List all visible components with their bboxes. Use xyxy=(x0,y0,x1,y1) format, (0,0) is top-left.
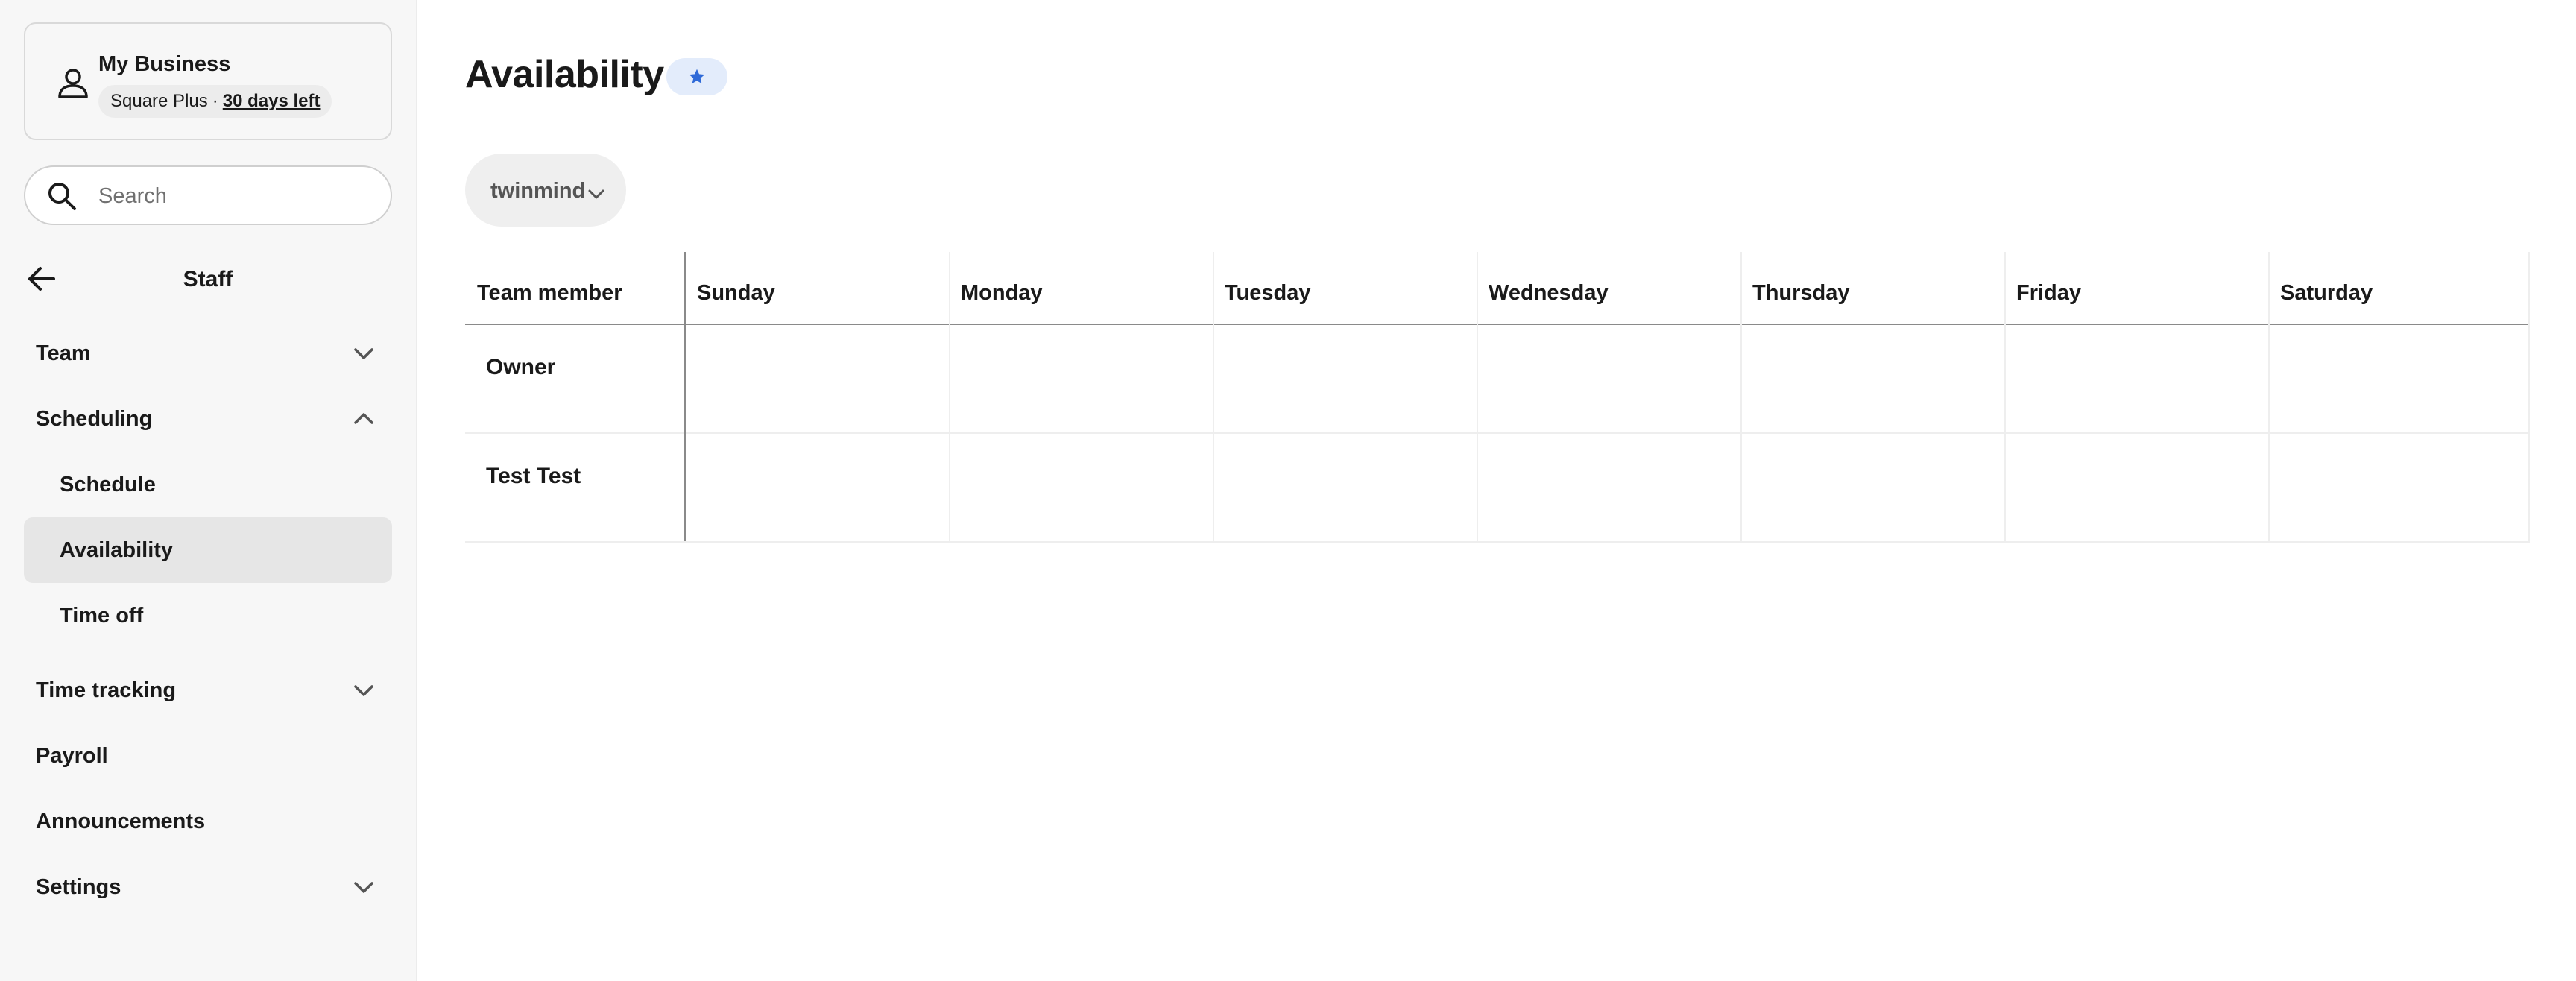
column-header-monday: Monday xyxy=(961,281,1043,305)
filter-label: twinmind xyxy=(490,179,586,203)
column-header-friday: Friday xyxy=(2016,281,2082,305)
nav-item-time-off[interactable]: Time off xyxy=(24,583,392,649)
plan-badge: Square Plus · 30 days left xyxy=(98,85,332,118)
business-name: My Business xyxy=(98,52,231,76)
column-header-thursday: Thursday xyxy=(1752,281,1850,305)
nav-item-label: Time off xyxy=(60,604,144,628)
plan-name: Square Plus xyxy=(110,91,208,111)
column-divider xyxy=(2528,252,2530,541)
nav-item-announcements[interactable]: Announcements xyxy=(24,789,392,854)
column-divider xyxy=(1740,252,1742,541)
chevron-down-icon xyxy=(354,882,373,893)
nav-item-scheduling[interactable]: Scheduling xyxy=(24,386,392,452)
nav-item-settings[interactable]: Settings xyxy=(24,854,392,920)
business-switcher[interactable]: My Business Square Plus · 30 days left xyxy=(24,22,392,140)
nav-item-time-tracking[interactable]: Time tracking xyxy=(24,657,392,723)
column-divider xyxy=(684,252,686,541)
team-member-name: Owner xyxy=(486,355,556,379)
table-row: Test Test xyxy=(465,432,2530,543)
chevron-up-icon xyxy=(354,413,373,424)
chevron-down-icon xyxy=(588,189,604,199)
nav-item-schedule[interactable]: Schedule xyxy=(24,452,392,517)
column-header-tuesday: Tuesday xyxy=(1225,281,1311,305)
nav-section-title: Staff xyxy=(183,267,233,291)
column-header-saturday: Saturday xyxy=(2280,281,2373,305)
nav-item-label: Announcements xyxy=(36,810,206,833)
nav-item-label: Time tracking xyxy=(36,678,177,702)
sidebar: My Business Square Plus·30 days left Sta… xyxy=(0,0,417,981)
favorite-button[interactable] xyxy=(666,58,727,95)
page-title: Availability xyxy=(465,53,664,96)
nav-item-team[interactable]: Team xyxy=(24,321,392,386)
trial-link[interactable]: 30 days left xyxy=(223,91,321,111)
nav-header: Staff xyxy=(24,259,392,298)
team-filter-dropdown[interactable]: twinmind xyxy=(465,154,626,227)
table-row: Owner xyxy=(465,324,2530,434)
column-header-wednesday: Wednesday xyxy=(1489,281,1609,305)
grid-header-row: Team member Sunday Monday Tuesday Wednes… xyxy=(465,252,2530,325)
search-input[interactable] xyxy=(97,177,368,215)
column-divider xyxy=(949,252,950,541)
nav-item-label: Settings xyxy=(36,875,121,899)
search-box xyxy=(24,165,392,225)
nav-item-label: Schedule xyxy=(60,473,156,496)
chevron-down-icon xyxy=(354,685,373,696)
nav-item-label: Payroll xyxy=(36,744,108,768)
column-divider xyxy=(1213,252,1214,541)
plan-separator: · xyxy=(212,91,218,111)
nav-item-payroll[interactable]: Payroll xyxy=(24,723,392,789)
star-icon xyxy=(689,69,705,83)
column-divider xyxy=(2004,252,2006,541)
column-header-team-member: Team member xyxy=(477,281,622,305)
column-divider xyxy=(1477,252,1478,541)
column-divider xyxy=(2268,252,2270,541)
availability-grid: Team member Sunday Monday Tuesday Wednes… xyxy=(465,252,2530,543)
person-icon xyxy=(58,69,88,98)
nav-item-label: Team xyxy=(36,341,91,365)
team-member-name: Test Test xyxy=(486,464,581,488)
search-icon xyxy=(48,183,76,210)
nav-item-availability[interactable]: Availability xyxy=(24,517,392,583)
nav-item-label: Scheduling xyxy=(36,407,153,431)
nav-item-label: Availability xyxy=(60,538,174,562)
column-header-sunday: Sunday xyxy=(697,281,775,305)
chevron-down-icon xyxy=(354,348,373,359)
